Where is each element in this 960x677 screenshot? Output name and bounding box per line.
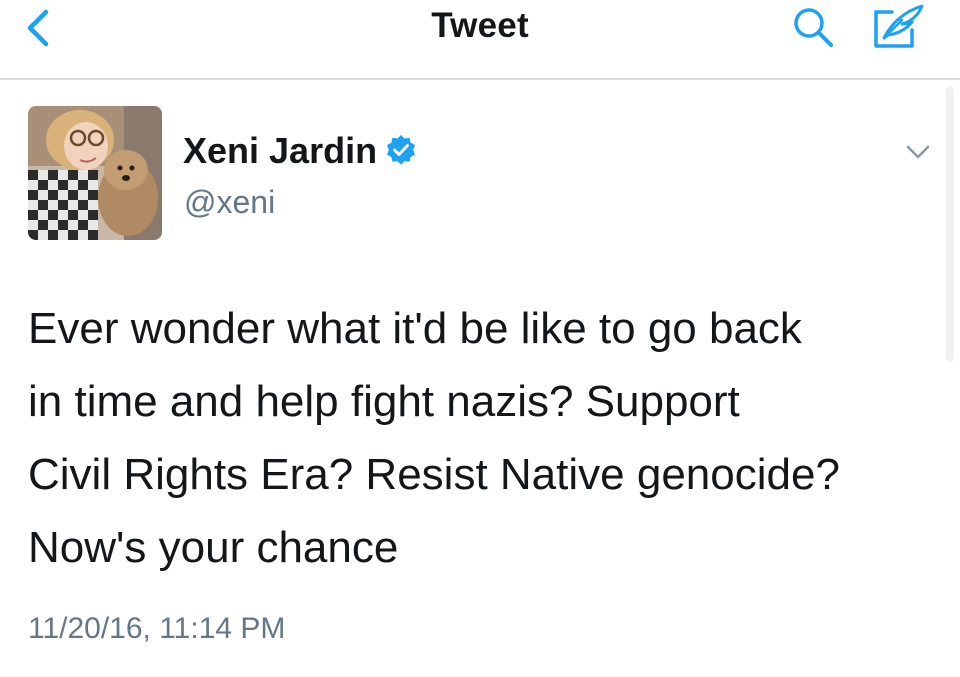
chevron-down-icon[interactable] — [900, 140, 936, 164]
verified-badge-icon — [387, 135, 416, 166]
tweet-text-line: in time and help fight nazis? Support — [28, 377, 740, 426]
avatar[interactable] — [28, 106, 162, 240]
tweet-text-line: Civil Rights Era? Resist Native genocide… — [28, 450, 840, 499]
tweet-timestamp: 11/20/16, 11:14 PM — [28, 612, 286, 645]
navigation-bar: Tweet — [0, 0, 960, 80]
compose-tweet-icon[interactable] — [868, 2, 928, 52]
author-name[interactable]: Xeni Jardin — [183, 130, 417, 172]
search-icon[interactable] — [790, 4, 836, 50]
tweet-text: Ever wonder what it'd be like to go back… — [28, 292, 938, 584]
author-name-text: Xeni Jardin — [183, 130, 378, 171]
tweet-detail: Xeni Jardin @xeni Ever wonder what it'd … — [0, 80, 960, 677]
tweet-text-line: Now's your chance — [28, 523, 399, 572]
tweet-text-line: Ever wonder what it'd be like to go back — [28, 304, 802, 353]
author-handle[interactable]: @xeni — [184, 184, 275, 221]
